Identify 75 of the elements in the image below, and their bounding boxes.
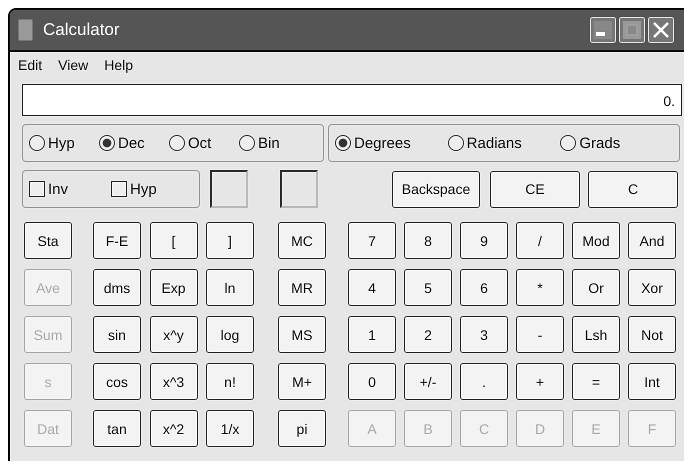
key-button[interactable]: x^2 bbox=[150, 410, 198, 447]
key-button[interactable]: * bbox=[516, 269, 564, 306]
key-button[interactable]: 0 bbox=[348, 363, 396, 400]
key-button[interactable]: . bbox=[460, 363, 508, 400]
close-icon[interactable] bbox=[648, 17, 674, 43]
key-button[interactable]: M+ bbox=[278, 363, 326, 400]
key-button[interactable]: 6 bbox=[460, 269, 508, 306]
key-button[interactable]: C bbox=[588, 170, 678, 208]
key-button[interactable]: 2 bbox=[404, 316, 452, 353]
key-button[interactable]: cos bbox=[93, 363, 141, 400]
key-button[interactable]: x^3 bbox=[150, 363, 198, 400]
key-button[interactable]: MR bbox=[278, 269, 326, 306]
radio-option[interactable]: Dec bbox=[99, 134, 169, 152]
key-button[interactable]: + bbox=[516, 363, 564, 400]
checkbox[interactable]: Hyp bbox=[111, 180, 193, 198]
key-button[interactable]: 3 bbox=[460, 316, 508, 353]
key-button[interactable]: 1/x bbox=[206, 410, 254, 447]
key-button[interactable]: +/- bbox=[404, 363, 452, 400]
key-button[interactable]: = bbox=[572, 363, 620, 400]
key-button[interactable]: x^y bbox=[150, 316, 198, 353]
key-button[interactable]: Exp bbox=[150, 269, 198, 306]
radio-icon[interactable] bbox=[335, 135, 351, 151]
minimize-icon[interactable] bbox=[590, 17, 616, 43]
menu-item[interactable]: Edit bbox=[18, 57, 42, 73]
key-button[interactable]: 8 bbox=[404, 222, 452, 259]
radio-icon[interactable] bbox=[448, 135, 464, 151]
key-button[interactable]: / bbox=[516, 222, 564, 259]
radio-icon[interactable] bbox=[99, 135, 115, 151]
key-button[interactable]: 4 bbox=[348, 269, 396, 306]
key-button[interactable]: 5 bbox=[404, 269, 452, 306]
radio-option[interactable]: Grads bbox=[560, 134, 674, 152]
key-button[interactable]: pi bbox=[278, 410, 326, 447]
maximize-icon[interactable] bbox=[619, 17, 645, 43]
menu-item[interactable]: View bbox=[58, 57, 88, 73]
key-button[interactable]: Lsh bbox=[572, 316, 620, 353]
app-icon bbox=[18, 19, 33, 41]
radio-icon[interactable] bbox=[560, 135, 576, 151]
key-button[interactable]: Int bbox=[628, 363, 676, 400]
key-button[interactable]: ] bbox=[206, 222, 254, 259]
key-button[interactable]: dms bbox=[93, 269, 141, 306]
radio-option[interactable]: Oct bbox=[169, 134, 239, 152]
key-button[interactable]: - bbox=[516, 316, 564, 353]
radio-option[interactable]: Bin bbox=[239, 134, 309, 152]
key-button[interactable]: log bbox=[206, 316, 254, 353]
display-field: 0. bbox=[22, 84, 682, 116]
indicator-box bbox=[280, 170, 318, 208]
key-button[interactable]: CE bbox=[490, 170, 580, 208]
key-button[interactable]: F-E bbox=[93, 222, 141, 259]
radio-option[interactable]: Radians bbox=[448, 134, 560, 152]
key-button[interactable]: MS bbox=[278, 316, 326, 353]
key-button[interactable]: Not bbox=[628, 316, 676, 353]
key-button[interactable]: [ bbox=[150, 222, 198, 259]
key-button[interactable]: sin bbox=[93, 316, 141, 353]
key-button[interactable]: n! bbox=[206, 363, 254, 400]
radio-icon[interactable] bbox=[239, 135, 255, 151]
key-button[interactable]: ln bbox=[206, 269, 254, 306]
key-button[interactable]: Xor bbox=[628, 269, 676, 306]
radio-icon[interactable] bbox=[29, 135, 45, 151]
key-button[interactable]: Mod bbox=[572, 222, 620, 259]
key-button[interactable]: And bbox=[628, 222, 676, 259]
key-button[interactable]: Or bbox=[572, 269, 620, 306]
checkbox[interactable]: Inv bbox=[29, 180, 111, 198]
key-button[interactable]: tan bbox=[93, 410, 141, 447]
key-button[interactable]: 1 bbox=[348, 316, 396, 353]
key-button[interactable]: Backspace bbox=[392, 170, 480, 208]
key-button[interactable]: MC bbox=[278, 222, 326, 259]
menu-item[interactable]: Help bbox=[104, 57, 134, 73]
indicator-box bbox=[210, 170, 248, 208]
radio-option[interactable]: Hyp bbox=[29, 134, 99, 152]
window-title: Calculator bbox=[43, 20, 120, 40]
radio-icon[interactable] bbox=[169, 135, 185, 151]
radio-option[interactable]: Degrees bbox=[335, 134, 448, 152]
key-button[interactable]: Sta bbox=[24, 222, 72, 259]
key-button[interactable]: 9 bbox=[460, 222, 508, 259]
key-button[interactable]: 7 bbox=[348, 222, 396, 259]
